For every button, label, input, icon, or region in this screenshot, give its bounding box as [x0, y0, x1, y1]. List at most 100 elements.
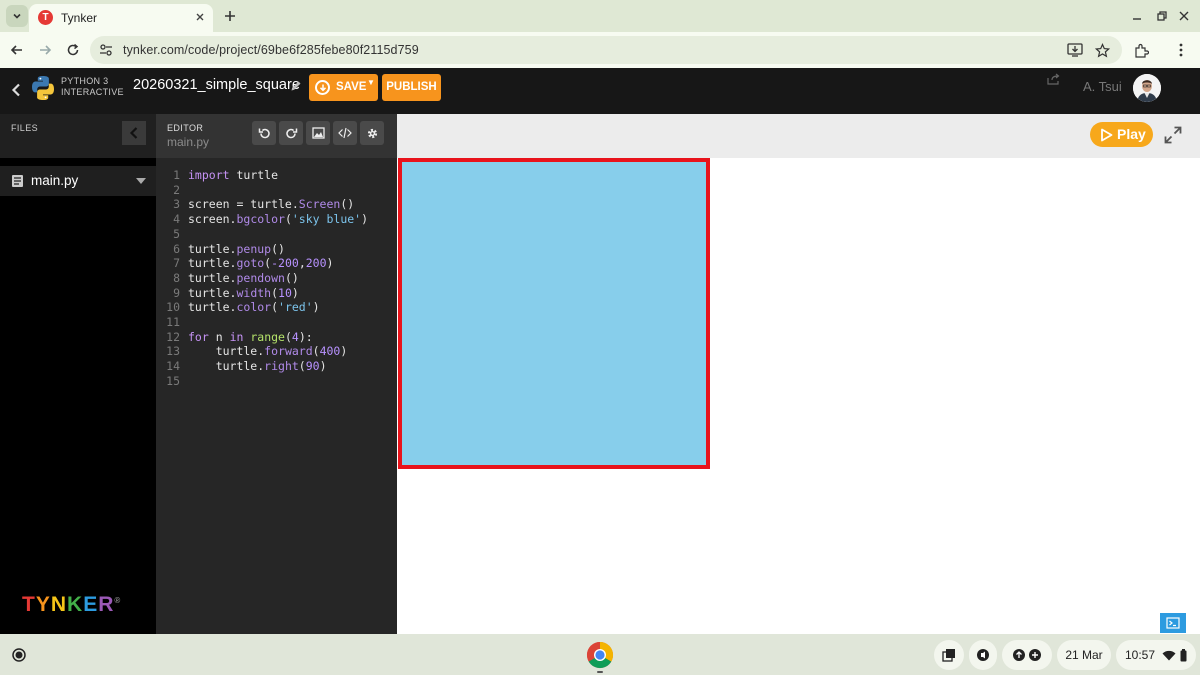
- code-token: ): [319, 359, 327, 374]
- user-avatar[interactable]: [1133, 74, 1161, 102]
- code-line: 1 import turtle: [156, 168, 397, 183]
- line-number: 3: [173, 197, 180, 212]
- stage-toolbar: Play: [397, 114, 1200, 158]
- tynker-logo: TYNKER®: [22, 593, 122, 616]
- code-token: turtle.: [188, 256, 237, 271]
- line-number: 7: [173, 256, 180, 271]
- code-token: (): [284, 270, 299, 285]
- language-label: PYTHON 3 INTERACTIVE: [61, 76, 124, 97]
- code-token: turtle: [229, 168, 279, 182]
- line-number: 1: [173, 168, 180, 182]
- tab-search-button[interactable]: [6, 5, 28, 27]
- tab-close-button[interactable]: [191, 8, 209, 26]
- back-arrow-icon: [10, 45, 22, 55]
- editor-settings-button[interactable]: [360, 121, 384, 145]
- code-token: Screen: [298, 197, 341, 212]
- browser-tab-strip: T Tynker: [0, 0, 1200, 32]
- reload-button[interactable]: [62, 39, 84, 61]
- site-info-icon: [100, 44, 112, 56]
- insert-image-button[interactable]: [306, 121, 330, 145]
- code-token: width: [236, 285, 272, 300]
- share-button[interactable]: [1046, 72, 1062, 86]
- redo-button[interactable]: [279, 121, 303, 145]
- plus-icon: [225, 11, 235, 21]
- code-token: turtle.: [188, 344, 265, 359]
- minimize-icon: [1133, 18, 1141, 20]
- back-button[interactable]: [6, 39, 28, 61]
- code-token: 400: [319, 344, 341, 359]
- system-tray-button[interactable]: 10:57: [1116, 640, 1196, 670]
- project-title[interactable]: 20260321_simple_square: [133, 77, 300, 93]
- bookmark-star-icon: [1094, 42, 1110, 58]
- code-token: ): [361, 212, 369, 227]
- redo-icon: [285, 128, 297, 138]
- bookmark-button[interactable]: [1093, 41, 1111, 59]
- code-token: 200: [305, 256, 327, 271]
- image-icon: [311, 127, 325, 139]
- fullscreen-button[interactable]: [1162, 124, 1184, 146]
- file-options-button[interactable]: [136, 176, 146, 186]
- restore-button[interactable]: [1152, 6, 1172, 26]
- address-bar[interactable]: tynker.com/code/project/69be6f285febe80f…: [90, 36, 1122, 64]
- user-name[interactable]: A. Tsui: [1083, 79, 1122, 94]
- clipboard-tray-button[interactable]: [934, 640, 964, 670]
- code-token: range: [250, 329, 285, 344]
- back-to-projects-button[interactable]: [8, 80, 24, 100]
- tynker-logo-letter: T: [22, 593, 36, 616]
- avatar-image-icon: [1133, 74, 1161, 102]
- chrome-app-icon[interactable]: [586, 641, 614, 669]
- play-label: Play: [1117, 126, 1146, 142]
- code-line: 3 screen = turtle.Screen(): [156, 197, 397, 212]
- browser-menu-button[interactable]: [1170, 39, 1192, 61]
- code-token: color: [236, 300, 272, 315]
- view-code-button[interactable]: [333, 121, 357, 145]
- reload-icon: [67, 43, 79, 56]
- audio-icon: [977, 649, 989, 661]
- tynker-logo-letter: R: [98, 593, 115, 616]
- site-info-button[interactable]: [98, 42, 114, 58]
- code-token: bgcolor: [236, 212, 285, 227]
- rename-project-button[interactable]: [289, 79, 303, 93]
- tynker-favicon-icon: T: [38, 10, 53, 25]
- code-token: 90: [305, 359, 320, 374]
- code-token: turtle.: [188, 359, 265, 374]
- files-header: FILES: [0, 114, 156, 158]
- code-token: (: [284, 329, 292, 344]
- notification-tray-button[interactable]: [1002, 640, 1052, 670]
- console-button[interactable]: [1160, 613, 1186, 633]
- minimize-button[interactable]: [1127, 6, 1147, 26]
- tynker-logo-letter: E: [83, 593, 99, 616]
- code-line: 5: [156, 227, 397, 242]
- undo-button[interactable]: [252, 121, 276, 145]
- code-token: ):: [298, 329, 313, 344]
- code-token: (): [340, 197, 355, 212]
- save-dropdown-caret-icon[interactable]: ▼: [367, 78, 375, 87]
- extensions-button[interactable]: [1130, 39, 1152, 61]
- pencil-icon: [291, 81, 301, 91]
- collapse-files-button[interactable]: [122, 121, 146, 145]
- date-tray[interactable]: 21 Mar: [1057, 640, 1111, 670]
- line-number: 4: [173, 212, 180, 227]
- code-token: for: [188, 329, 209, 344]
- line-number: 13: [166, 344, 180, 359]
- status-circles-icon: [1013, 649, 1041, 661]
- close-window-button[interactable]: [1174, 6, 1194, 26]
- code-token: 'sky blue': [291, 212, 362, 227]
- code-token: n: [208, 329, 230, 344]
- code-token: goto: [236, 256, 265, 271]
- code-token: (): [271, 241, 285, 256]
- close-window-icon: [1179, 11, 1189, 21]
- code-line: 2: [156, 183, 397, 198]
- save-button[interactable]: SAVE ▼: [309, 74, 378, 101]
- turtle-canvas[interactable]: [397, 158, 1200, 634]
- forward-button[interactable]: [34, 39, 56, 61]
- browser-tab-tynker[interactable]: T Tynker: [29, 4, 213, 32]
- launcher-button[interactable]: [8, 644, 30, 666]
- new-tab-button[interactable]: [220, 6, 240, 26]
- publish-button[interactable]: PUBLISH: [382, 74, 441, 101]
- media-tray-button[interactable]: [969, 640, 997, 670]
- code-line: 7 turtle.goto(-200,200): [156, 256, 397, 271]
- play-button[interactable]: Play: [1090, 122, 1153, 147]
- install-app-button[interactable]: [1066, 41, 1084, 59]
- file-item-main-py[interactable]: main.py: [0, 166, 156, 196]
